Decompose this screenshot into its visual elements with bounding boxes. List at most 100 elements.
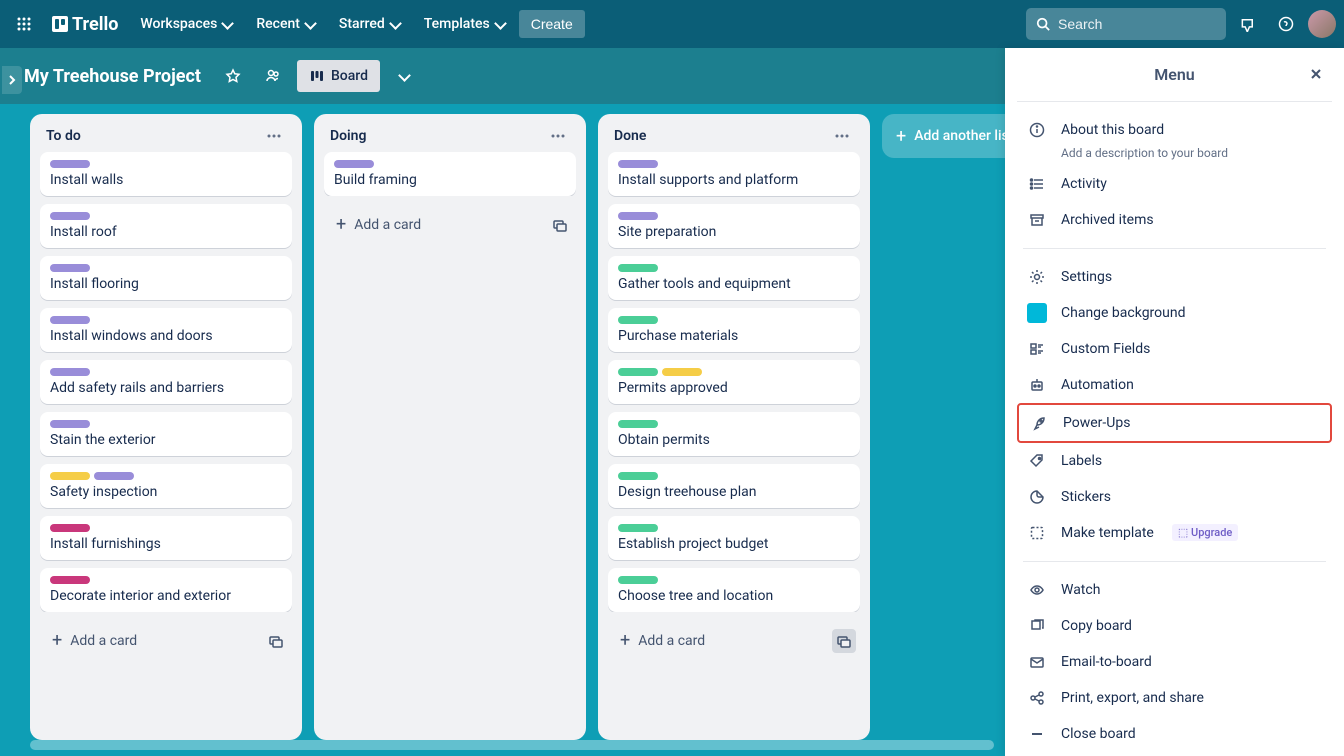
add-card-button[interactable]: +Add a card [328,208,548,241]
create-button[interactable]: Create [519,10,585,38]
list-menu-button[interactable] [546,126,570,146]
list-title[interactable]: To do [46,128,81,144]
card[interactable]: Decorate interior and exterior [40,568,292,612]
add-card-button[interactable]: +Add a card [44,624,264,657]
card[interactable]: Install flooring [40,256,292,300]
card-title: Establish project budget [618,536,850,552]
menu-watch[interactable]: Watch [1017,572,1332,608]
view-switcher-board[interactable]: Board [297,60,380,92]
card[interactable]: Choose tree and location [608,568,860,612]
nav-templates[interactable]: Templates [414,10,515,38]
card[interactable]: Establish project budget [608,516,860,560]
share-icon [1027,688,1047,708]
list-header: Done [606,122,862,152]
nav-starred[interactable]: Starred [329,10,410,38]
card-label-green [618,576,658,584]
menu-separator [1023,561,1326,562]
apps-icon[interactable] [8,8,40,40]
card-label-purple [50,212,90,220]
list-menu-button[interactable] [830,126,854,146]
template-button[interactable] [548,213,572,237]
menu-close-button[interactable] [1304,62,1328,86]
template-button[interactable] [832,629,856,653]
search-field[interactable] [1058,16,1216,32]
menu-copy-board[interactable]: Copy board [1017,608,1332,644]
card[interactable]: Design treehouse plan [608,464,860,508]
menu-about[interactable]: About this board [1017,112,1332,148]
card[interactable]: Obtain permits [608,412,860,456]
star-button[interactable] [217,60,249,92]
card-labels [50,524,282,532]
list-title[interactable]: Doing [330,128,366,144]
board-title[interactable]: My Treehouse Project [16,66,209,87]
card-title: Site preparation [618,224,850,240]
card-labels [618,160,850,168]
more-icon [550,128,566,144]
board-menu-panel: Menu About this board Add a description … [1005,48,1344,756]
fields-icon [1027,339,1047,359]
list-title[interactable]: Done [614,128,646,144]
card[interactable]: Safety inspection [40,464,292,508]
card-labels [618,316,850,324]
help-icon[interactable] [1270,8,1302,40]
menu-print-export-share[interactable]: Print, export, and share [1017,680,1332,716]
card-labels [50,264,282,272]
list-menu-button[interactable] [262,126,286,146]
menu-email-to-board[interactable]: Email-to-board [1017,644,1332,680]
menu-custom-fields[interactable]: Custom Fields [1017,331,1332,367]
menu-power-ups[interactable]: Power-Ups [1017,403,1332,443]
card[interactable]: Permits approved [608,360,860,404]
menu-settings[interactable]: Settings [1017,259,1332,295]
template-button[interactable] [264,629,288,653]
menu-change-background[interactable]: Change background [1017,295,1332,331]
menu-automation[interactable]: Automation [1017,367,1332,403]
menu-separator [1023,248,1326,249]
robot-icon [1027,375,1047,395]
topbar-right [1026,8,1336,40]
card-title: Design treehouse plan [618,484,850,500]
menu-stickers[interactable]: Stickers [1017,479,1332,515]
card[interactable]: Install windows and doors [40,308,292,352]
menu-activity[interactable]: Activity [1017,166,1332,202]
card[interactable]: Install roof [40,204,292,248]
menu-labels[interactable]: Labels [1017,443,1332,479]
notifications-icon[interactable] [1232,8,1264,40]
card[interactable]: Install supports and platform [608,152,860,196]
card-label-green [618,420,658,428]
card[interactable]: Build framing [324,152,576,196]
plus-icon: + [896,126,906,147]
plus-icon: + [336,214,346,235]
card-label-green [618,316,658,324]
menu-close-board[interactable]: Close board [1017,716,1332,752]
card-title: Safety inspection [50,484,282,500]
card-label-purple [618,160,658,168]
view-dropdown[interactable] [388,60,420,92]
search-input[interactable] [1026,8,1226,40]
card-label-purple [50,420,90,428]
card[interactable]: Add safety rails and barriers [40,360,292,404]
card-label-purple [50,368,90,376]
card[interactable]: Site preparation [608,204,860,248]
card-container: Build framing [322,152,578,196]
card-label-purple [50,316,90,324]
add-card-button[interactable]: +Add a card [612,624,832,657]
menu-make-template[interactable]: Make template ⬚ Upgrade [1017,515,1332,551]
star-icon [225,68,241,84]
card[interactable]: Gather tools and equipment [608,256,860,300]
horizontal-scrollbar[interactable] [30,740,994,750]
card[interactable]: Purchase materials [608,308,860,352]
card[interactable]: Stain the exterior [40,412,292,456]
visibility-button[interactable] [257,60,289,92]
card[interactable]: Install walls [40,152,292,196]
chevron-down-icon [496,16,505,32]
menu-about-sub: Add a description to your board [1045,146,1338,160]
menu-body: About this board Add a description to yo… [1005,102,1344,756]
menu-archived[interactable]: Archived items [1017,202,1332,238]
nav-workspaces[interactable]: Workspaces [130,10,242,38]
card[interactable]: Install furnishings [40,516,292,560]
card-label-pink [50,576,90,584]
nav-recent[interactable]: Recent [246,10,325,38]
background-swatch [1027,303,1047,323]
user-avatar[interactable] [1308,10,1336,38]
trello-logo[interactable]: Trello [44,14,126,35]
